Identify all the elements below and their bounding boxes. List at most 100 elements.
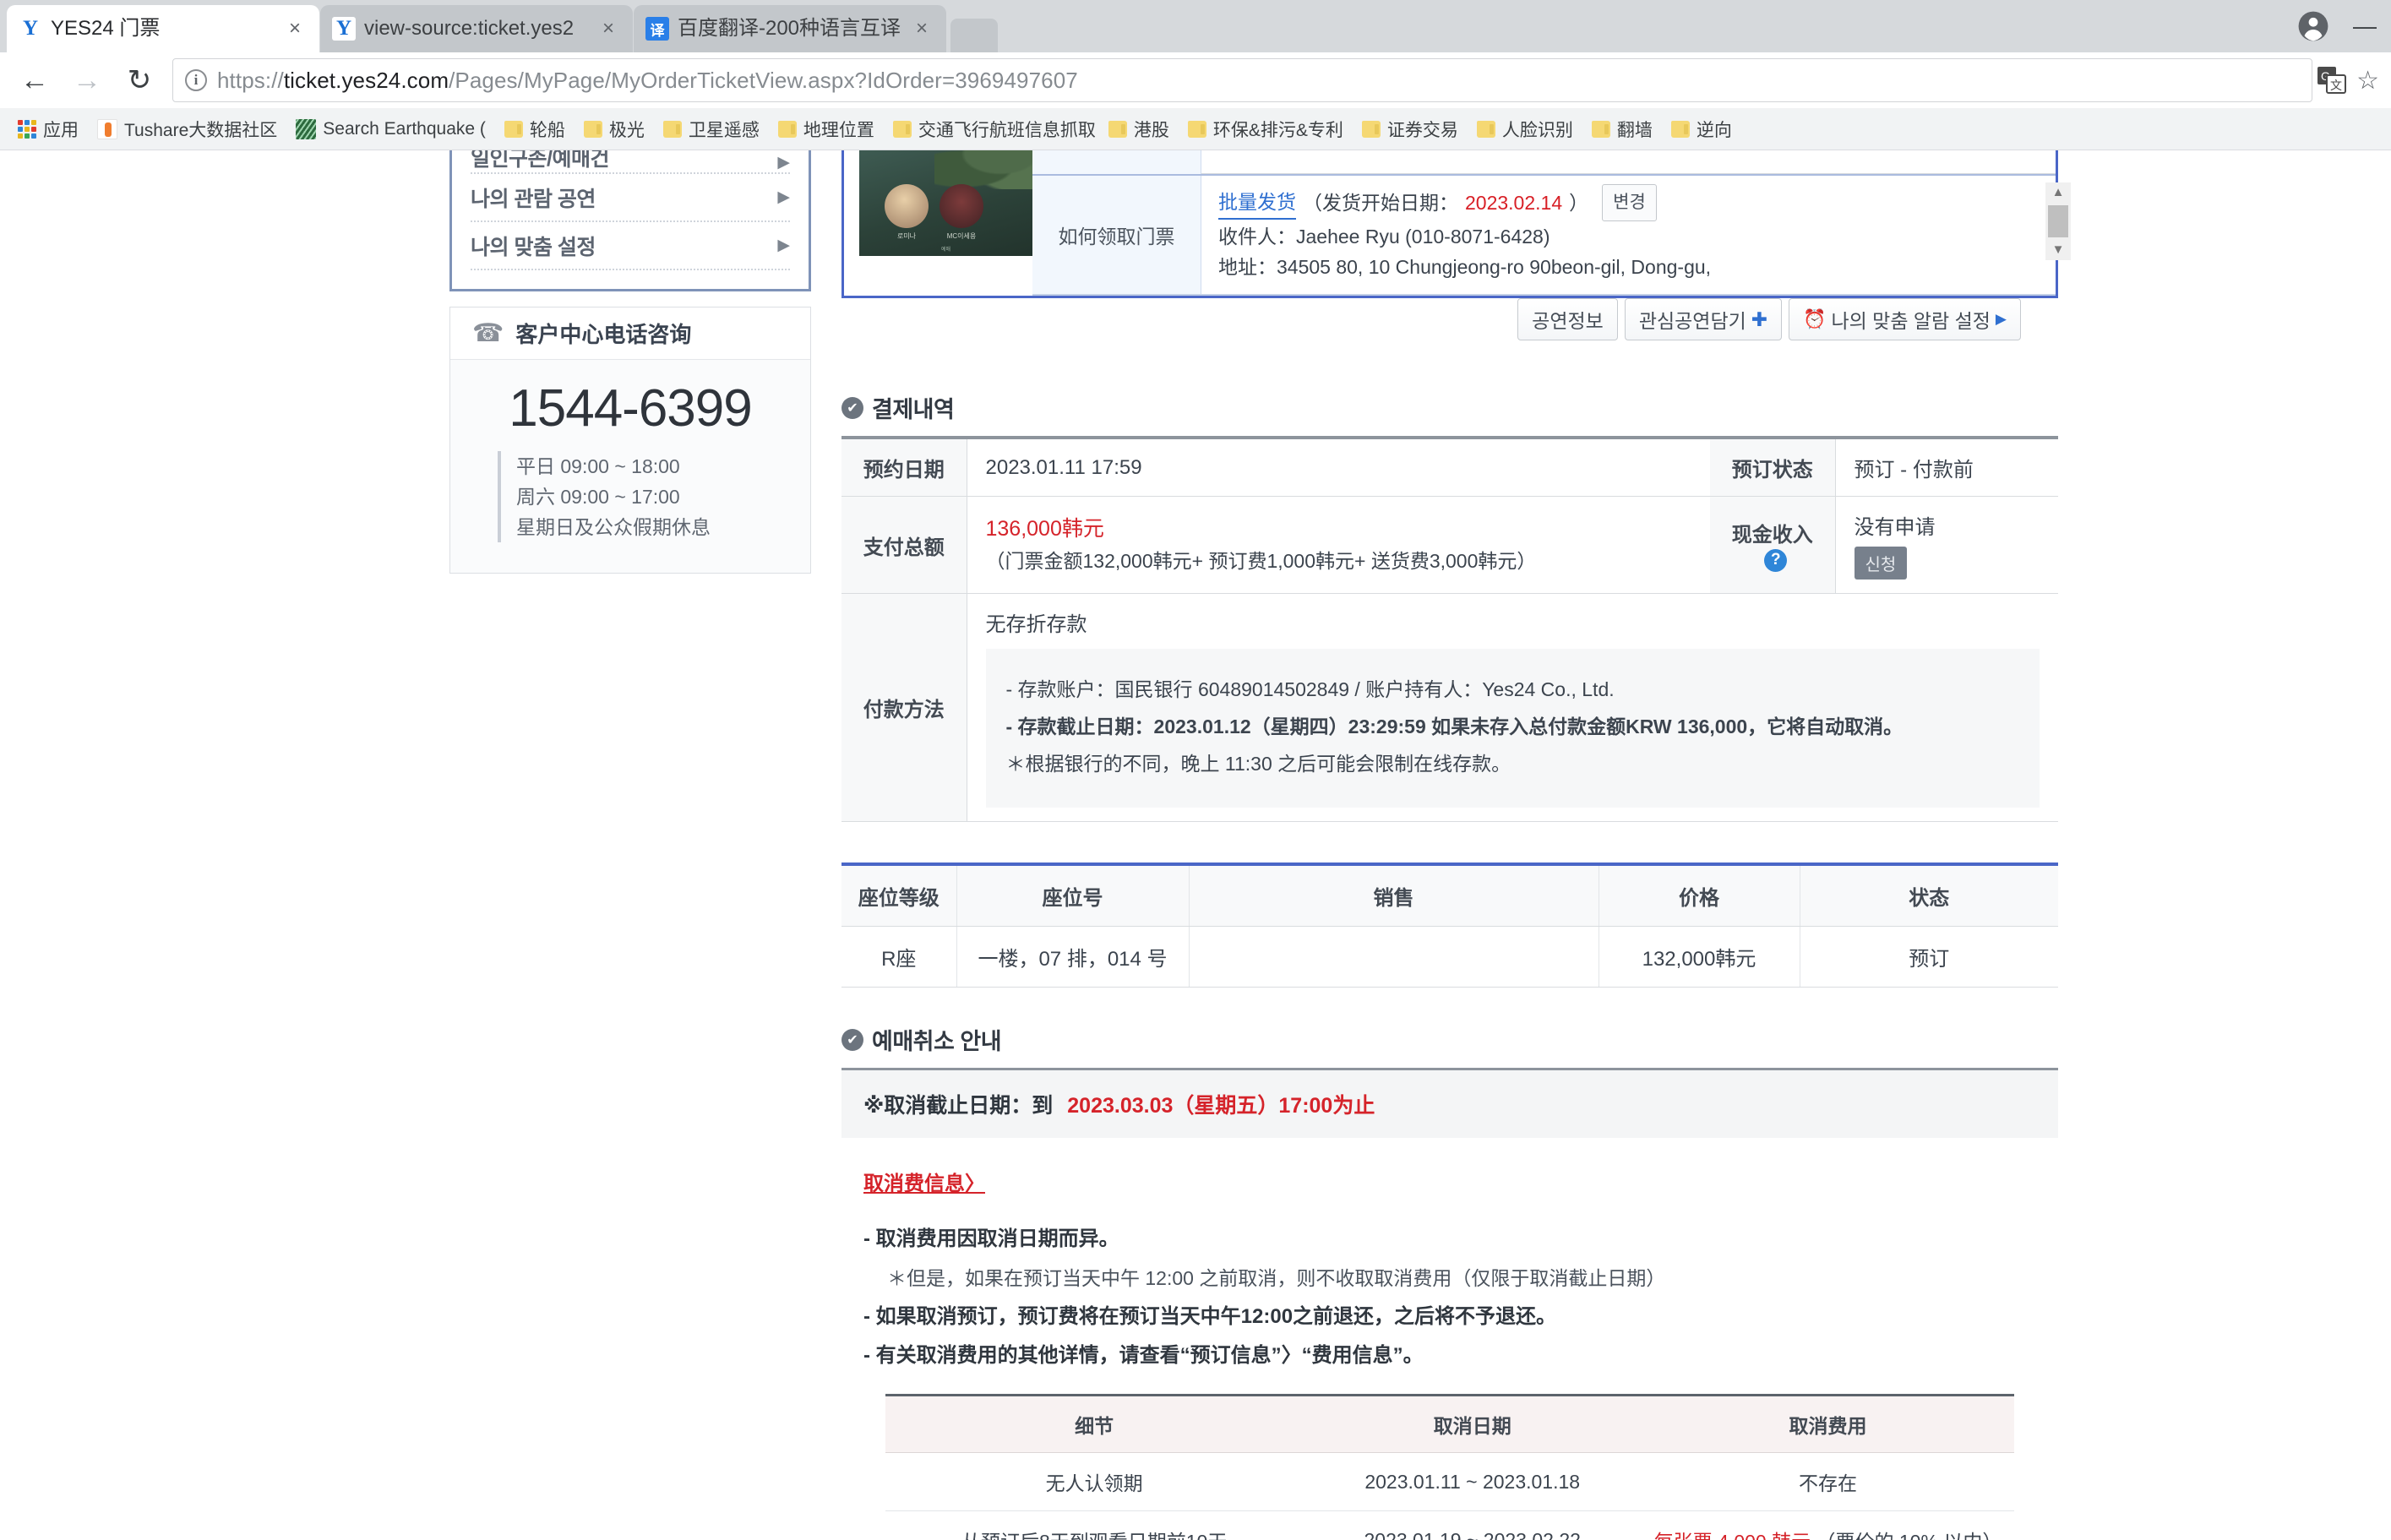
url-path: /Pages/MyPage/MyOrderTicketView.aspx?IdO… [449, 67, 1078, 93]
tab-title: view-source:ticket.yes2 [364, 17, 575, 40]
bookmark-tushare[interactable]: Tushare大数据社区 [88, 111, 286, 148]
method-line: - 存款账户：国民银行 60489014502849 / 账户持有人：Yes24… [1005, 678, 1615, 700]
bookmark-label: 地理位置 [803, 120, 874, 140]
bookmark-folder-5[interactable]: 卫星遥感 [654, 111, 769, 148]
bookmark-apps[interactable]: 应用 [8, 111, 88, 148]
sales-value [1189, 926, 1599, 988]
scroll-down-icon[interactable]: ▼ [2052, 243, 2065, 256]
poster-portrait-left [885, 184, 929, 228]
sidebar-item-purchase-history[interactable]: 일인구존/예매건 ▶ [471, 150, 790, 174]
help-icon[interactable]: ? [1764, 548, 1788, 572]
status-label: 预订状态 [1710, 438, 1836, 497]
customer-center-header: ☎ 客户中心电话咨询 [450, 307, 810, 360]
bookmark-label: 交通飞行航班信息抓取 [918, 120, 1096, 140]
tab-yes24[interactable]: Y YES24 门票 × [7, 5, 319, 52]
scrollbar-thumb[interactable] [2048, 205, 2068, 237]
browser-toolbar: ← → ↻ i https://ticket.yes24.com/Pages/M… [0, 52, 2391, 108]
sidebar-item-label: 일인구존/예매건 [471, 150, 609, 171]
reload-icon[interactable]: ↻ [113, 54, 166, 106]
site-info-icon[interactable]: i [185, 69, 207, 91]
sidebar-item-label: 나의 관람 공연 [471, 187, 596, 211]
page-viewport: 일인구존/예매건 ▶ 나의 관람 공연 ▶ 나의 맞춤 설정 ▶ ☎ 客户中心电… [0, 150, 2391, 1540]
alarm-clock-icon: ⏰ [1803, 308, 1827, 329]
total-breakdown: （门票金额132,000韩元+ 预订费1,000韩元+ 送货费3,000韩元） [985, 550, 1537, 572]
fee-date: 2023.01.11 ~ 2023.01.18 [1303, 1452, 1642, 1511]
price-value: 132,000韩元 [1599, 926, 1800, 988]
cancel-deadline-prefix: ※取消截止日期：到 [863, 1094, 1054, 1118]
close-icon[interactable]: × [282, 16, 308, 41]
new-tab-button[interactable] [950, 19, 998, 52]
bookmark-folder-3[interactable]: 轮船 [495, 111, 575, 148]
sales-header: 销售 [1189, 864, 1599, 927]
show-info-button[interactable]: 공연정보 [1517, 298, 1618, 340]
tab-view-source[interactable]: Y view-source:ticket.yes2 × [320, 5, 633, 52]
status-value: 预订 - 付款前 [1835, 438, 2058, 497]
fee-amount-red: 每张票 4,000 韩元 [1654, 1531, 1811, 1540]
delivery-method-link[interactable]: 批量发货 [1218, 186, 1296, 220]
close-icon[interactable]: × [596, 16, 621, 41]
status-header: 状态 [1800, 864, 2058, 927]
table-header-row: 座位等级 座位号 销售 价格 状态 [841, 864, 2058, 927]
bookmark-folder-4[interactable]: 极光 [575, 111, 654, 148]
tab-title: YES24 门票 [51, 17, 161, 40]
recipient-line: 收件人：Jaehee Ryu (010-8071-6428) [1218, 226, 1550, 248]
show-info-label: 공연정보 [1532, 310, 1604, 332]
payment-method-label: 付款方法 [841, 593, 967, 822]
fee-amount: 每张票 4,000 韩元 （票价的 10% 以内） [1642, 1510, 2014, 1540]
url-host: ticket.yes24.com [283, 67, 449, 93]
yes24-icon: Y [332, 17, 356, 41]
bookmark-folder-6[interactable]: 地理位置 [769, 111, 884, 148]
sidebar-nav: 일인구존/예매건 ▶ 나의 관람 공연 ▶ 나의 맞춤 설정 ▶ [449, 150, 811, 291]
bookmark-folder-13[interactable]: 逆向 [1662, 111, 1741, 148]
back-icon[interactable]: ← [8, 54, 61, 106]
cancel-deadline-bar: ※取消截止日期：到 2023.03.03（星期五）17:00为止 [841, 1068, 2058, 1138]
payment-section-heading: ✔ 결제내역 [841, 391, 2058, 424]
profile-avatar-icon[interactable] [2288, 0, 2339, 52]
seat-number-header: 座位号 [956, 864, 1190, 927]
bookmark-star-icon[interactable]: ☆ [2356, 66, 2379, 95]
poster-bottom-note: 예매 [940, 248, 951, 253]
bookmark-folder-9[interactable]: 环保&排污&专利 [1179, 111, 1353, 148]
cancel-fee-info-link[interactable]: 取消费信息〉 [863, 1167, 985, 1196]
change-button[interactable]: 변경 [1602, 184, 1657, 221]
cancel-note: - 取消费用因取消日期而异。 [863, 1227, 1119, 1250]
inner-scrollbar[interactable]: ▲ ▼ [2045, 182, 2071, 260]
folder-icon [892, 120, 912, 138]
bookmark-folder-8[interactable]: 港股 [1099, 111, 1179, 148]
custom-alarm-settings-button[interactable]: ⏰ 나의 맞춤 알람 설정 ▶ [1789, 298, 2021, 340]
table-row: 无人认领期 2023.01.11 ~ 2023.01.18 不存在 [885, 1452, 2014, 1511]
translate-icon[interactable]: G 文 [2317, 67, 2347, 94]
table-row: R座 一楼，07 排，014 号 132,000韩元 预订 [841, 926, 2058, 988]
bookmark-label: 环保&排污&专利 [1212, 120, 1343, 140]
bookmark-label: 翻墙 [1616, 120, 1653, 140]
bookmark-folder-10[interactable]: 证券交易 [1353, 111, 1468, 148]
bookmark-folder-7[interactable]: 交通飞行航班信息抓取 [884, 111, 1099, 148]
add-favorite-show-button[interactable]: 관심공연담기 ✚ [1624, 298, 1783, 340]
omnibox-actions: G 文 ☆ [2317, 66, 2383, 95]
apply-button[interactable]: 신청 [1854, 547, 1908, 580]
minimize-button[interactable]: — [2339, 0, 2391, 52]
fee-date: 2023.01.19 ~ 2023.02.22 [1303, 1510, 1642, 1540]
fee-amount-header: 取消费用 [1642, 1395, 2014, 1453]
forward-icon[interactable]: → [61, 54, 113, 106]
cancel-section-heading: ✔ 예매취소 안내 [841, 1023, 2058, 1056]
scroll-up-icon[interactable]: ▲ [2052, 186, 2065, 199]
customer-center-phone-number: 1544-6399 [509, 379, 753, 438]
fee-detail: 从预订后8天到观看日期前10天 [885, 1510, 1304, 1540]
bookmark-label: 人脸识别 [1501, 120, 1573, 140]
payment-method-cell: 无存折存款 - 存款账户：国民银行 60489014502849 / 账户持有人… [967, 593, 2058, 822]
address-bar[interactable]: i https://ticket.yes24.com/Pages/MyPage/… [172, 58, 2313, 102]
close-icon[interactable]: × [909, 16, 934, 41]
chevron-right-icon: ▶ [777, 154, 790, 171]
bookmark-folder-11[interactable]: 人脸识别 [1468, 111, 1582, 148]
tab-strip: Y YES24 门票 × Y view-source:ticket.yes2 ×… [0, 0, 2391, 52]
bookmark-label: Search Earthquake ( [323, 118, 486, 139]
cancel-body: 取消费信息〉 - 取消费用因取消日期而异。 ＊但是，如果在预订当天中午 12:0… [841, 1138, 2058, 1540]
table-row: 付款方法 无存折存款 - 存款账户：国民银行 60489014502849 / … [841, 593, 2058, 822]
sidebar-item-my-settings[interactable]: 나의 맞춤 설정 ▶ [471, 222, 790, 270]
bookmark-search-earthquake[interactable]: Search Earthquake ( [286, 111, 495, 148]
bookmark-folder-12[interactable]: 翻墙 [1582, 111, 1662, 148]
sidebar-item-my-shows[interactable]: 나의 관람 공연 ▶ [471, 174, 790, 222]
tab-baidu-translate[interactable]: 译 百度翻译-200种语言互译 × [634, 5, 946, 52]
delivery-method-line: 批量发货 （发货开始日期： 2023.02.14 ） 변경 [1218, 184, 2042, 221]
